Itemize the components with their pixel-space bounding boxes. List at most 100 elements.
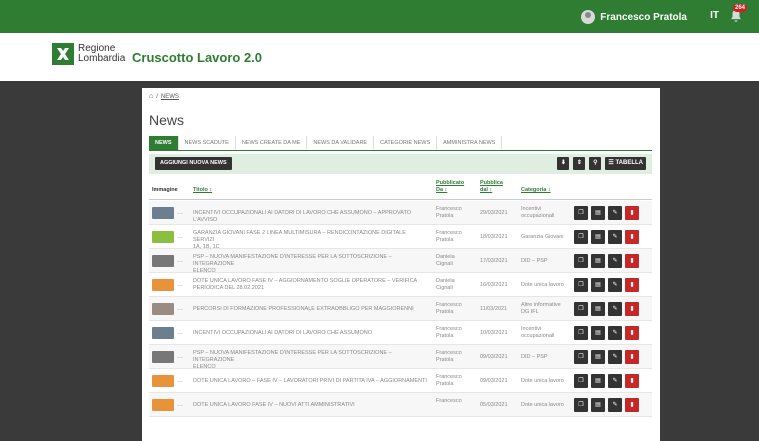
news-title[interactable]: INCENTIVI OCCUPAZIONALI AI DATORI DI LAV… <box>193 330 428 337</box>
tab-news-da-validare[interactable]: NEWS DA VALIDARE <box>307 136 375 150</box>
delete-button[interactable]: ▮ <box>625 254 639 268</box>
notifications-button[interactable]: 264 <box>729 4 747 25</box>
copy-button[interactable]: ❐ <box>574 350 588 364</box>
news-title[interactable]: INCENTIVI OCCUPAZIONALI AI DATORI DI LAV… <box>193 210 428 224</box>
table-row[interactable]: … PSP – NUOVA MANIFESTAZIONE D'INTERESSE… <box>149 345 652 371</box>
view-button[interactable]: ▤ <box>591 206 605 220</box>
delete-button[interactable]: ▮ <box>625 374 639 388</box>
news-publish-date: 10/03/2021 <box>480 330 508 336</box>
sort-button[interactable]: ⇕ <box>573 157 586 170</box>
table-row[interactable]: … GARANZIA GIOVANI FASE 2 LINEA MULTIMIS… <box>149 225 652 251</box>
brand-bar: Regione Lombardia Cruscotto Lavoro 2.0 <box>0 33 759 81</box>
copy-icon: ❐ <box>578 210 584 216</box>
news-category-line2: DG IFL <box>521 309 539 315</box>
table-row[interactable]: … DOTE UNICA LAVORO – FASE IV – LAVORATO… <box>149 369 652 393</box>
edit-button[interactable]: ✎ <box>608 302 622 316</box>
news-category-line1: DID – PSP <box>521 258 548 264</box>
news-publish-date: 16/03/2021 <box>480 282 508 288</box>
view-button[interactable]: ▤ <box>591 230 605 244</box>
edit-button[interactable]: ✎ <box>608 278 622 292</box>
view-button[interactable]: ▤ <box>591 398 605 412</box>
edit-button[interactable]: ✎ <box>608 254 622 268</box>
home-icon[interactable]: ⌂ <box>149 93 153 100</box>
tab-categorie-news[interactable]: CATEGORIE NEWS <box>374 136 438 150</box>
search-button[interactable]: ⚲ <box>589 157 602 170</box>
news-author-line1: Francesco <box>436 302 462 308</box>
view-button[interactable]: ▤ <box>591 374 605 388</box>
edit-button[interactable]: ✎ <box>608 206 622 220</box>
delete-button[interactable]: ▮ <box>625 398 639 412</box>
table-row[interactable]: … INCENTIVI OCCUPAZIONALI AI DATORI DI L… <box>149 201 652 225</box>
table-row[interactable]: … INCENTIVI OCCUPAZIONALI AI DATORI DI L… <box>149 321 652 345</box>
delete-button[interactable]: ▮ <box>625 206 639 220</box>
view-button[interactable]: ▤ <box>591 254 605 268</box>
main-panel: ⌂ / NEWS News NEWS NEWS SCADUTE NEWS CRE… <box>142 88 660 441</box>
copy-button[interactable]: ❐ <box>574 230 588 244</box>
edit-button[interactable]: ✎ <box>608 398 622 412</box>
add-news-button[interactable]: AGGIUNGI NUOVA NEWS <box>155 157 232 170</box>
regione-lombardia-logo[interactable]: Regione Lombardia <box>52 43 125 65</box>
copy-icon: ❐ <box>578 306 584 312</box>
table-row[interactable]: … PERCORSI DI FORMAZIONE PROFESSIONALE E… <box>149 297 652 321</box>
view-button[interactable]: ▤ <box>591 350 605 364</box>
copy-button[interactable]: ❐ <box>574 398 588 412</box>
view-button[interactable]: ▤ <box>591 278 605 292</box>
news-title[interactable]: PERCORSI DI FORMAZIONE PROFESSIONALE EXT… <box>193 306 428 313</box>
delete-button[interactable]: ▮ <box>625 326 639 340</box>
copy-button[interactable]: ❐ <box>574 326 588 340</box>
delete-button[interactable]: ▮ <box>625 350 639 364</box>
news-title[interactable]: PSP – NUOVA MANIFESTAZIONE D'INTERESSE P… <box>193 254 428 275</box>
tab-news-scadute[interactable]: NEWS SCADUTE <box>179 136 236 150</box>
delete-button[interactable]: ▮ <box>625 278 639 292</box>
news-title[interactable]: DOTE UNICA LAVORO FASE IV – NUOVI ATTI A… <box>193 402 428 409</box>
news-title-line1: INCENTIVI OCCUPAZIONALI AI DATORI DI LAV… <box>193 210 412 223</box>
news-thumbnail <box>152 279 174 291</box>
table-row[interactable]: … DOTE UNICA LAVORO FASE IV – AGGIORNAME… <box>149 273 652 297</box>
copy-button[interactable]: ❐ <box>574 254 588 268</box>
edit-button[interactable]: ✎ <box>608 374 622 388</box>
thumbnail-more-icon: … <box>177 378 183 384</box>
download-button[interactable]: ⬇ <box>557 157 570 170</box>
news-author-line2: Pratola <box>436 213 454 219</box>
trash-icon: ▮ <box>630 402 634 408</box>
delete-button[interactable]: ▮ <box>625 302 639 316</box>
column-header-publish-from[interactable]: Pubblica dal ↕ <box>480 180 503 194</box>
news-title[interactable]: DOTE UNICA LAVORO – FASE IV – LAVORATORI… <box>193 378 428 385</box>
news-category: Garanzia Giovani <box>521 234 564 241</box>
news-title[interactable]: DOTE UNICA LAVORO FASE IV – AGGIORNAMENT… <box>193 278 428 292</box>
avatar <box>581 10 596 24</box>
copy-button[interactable]: ❐ <box>574 374 588 388</box>
news-category-line1: Altre informative <box>521 302 561 308</box>
news-title[interactable]: PSP – NUOVA MANIFESTAZIONE D'INTERESSE P… <box>193 350 428 371</box>
column-header-title[interactable]: Titolo ↕ <box>193 187 212 194</box>
tab-news[interactable]: NEWS <box>149 136 179 150</box>
user-menu[interactable]: Francesco Pratola <box>581 10 687 24</box>
column-header-published-by[interactable]: Pubblicato Da ↕ <box>436 180 464 194</box>
table-row[interactable]: … DOTE UNICA LAVORO FASE IV – NUOVI ATTI… <box>149 393 652 417</box>
news-category-line2: occupazionali <box>521 333 555 339</box>
language-selector[interactable]: IT <box>710 10 719 21</box>
breadcrumb-news-link[interactable]: NEWS <box>161 94 179 100</box>
copy-button[interactable]: ❐ <box>574 302 588 316</box>
tab-news-create-da-me[interactable]: NEWS CREATE DA ME <box>236 136 308 150</box>
news-title[interactable]: GARANZIA GIOVANI FASE 2 LINEA MULTIMISUR… <box>193 230 428 251</box>
table-view-button[interactable]: ☰ TABELLA <box>605 157 646 170</box>
table-row[interactable]: … PSP – NUOVA MANIFESTAZIONE D'INTERESSE… <box>149 249 652 275</box>
document-icon: ▤ <box>595 330 601 336</box>
news-category: Dote unica lavoro <box>521 402 564 409</box>
news-publish-date: 17/03/2021 <box>480 258 508 264</box>
column-header-publish-from-line2: dal ↕ <box>480 187 493 193</box>
edit-button[interactable]: ✎ <box>608 326 622 340</box>
view-button[interactable]: ▤ <box>591 302 605 316</box>
copy-button[interactable]: ❐ <box>574 278 588 292</box>
delete-button[interactable]: ▮ <box>625 230 639 244</box>
column-header-category[interactable]: Categoria ↕ <box>521 187 551 194</box>
edit-button[interactable]: ✎ <box>608 350 622 364</box>
view-button[interactable]: ▤ <box>591 326 605 340</box>
edit-button[interactable]: ✎ <box>608 230 622 244</box>
news-author-line1: Daniela <box>436 278 455 284</box>
thumbnail-more-icon: … <box>177 306 183 312</box>
pencil-icon: ✎ <box>612 354 618 360</box>
tab-amministra-news[interactable]: AMMINISTRA NEWS <box>437 136 503 150</box>
copy-button[interactable]: ❐ <box>574 206 588 220</box>
